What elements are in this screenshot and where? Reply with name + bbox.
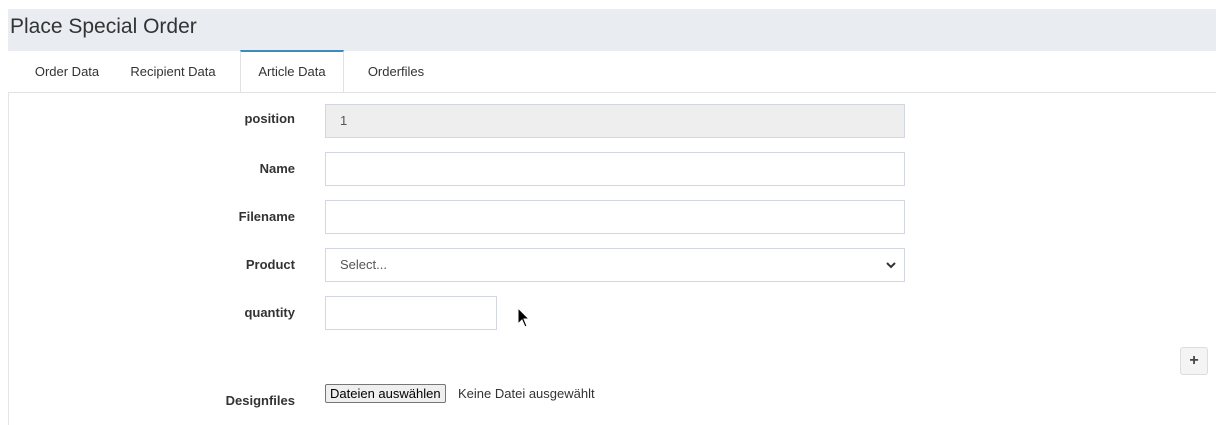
position-field: 1 <box>325 104 905 138</box>
page-header: Place Special Order <box>8 9 1216 51</box>
page-title: Place Special Order <box>10 15 197 38</box>
chevron-down-icon <box>886 262 896 269</box>
filename-input[interactable] <box>325 200 905 234</box>
tab-article-data[interactable]: Article Data <box>240 50 344 92</box>
tab-order-data[interactable]: Order Data <box>8 51 126 92</box>
tab-orderfiles[interactable]: Orderfiles <box>356 51 436 92</box>
quantity-input[interactable] <box>325 296 497 330</box>
designfiles-label: Designfiles <box>225 393 295 408</box>
quantity-label: quantity <box>244 305 295 320</box>
mouse-cursor-icon <box>517 307 531 328</box>
name-label: Name <box>259 161 295 176</box>
product-select[interactable]: Select... <box>325 248 905 282</box>
choose-files-button[interactable]: Dateien auswählen <box>325 384 446 403</box>
tab-recipient-data[interactable]: Recipient Data <box>114 51 232 92</box>
add-item-button[interactable]: + <box>1180 347 1208 375</box>
content-left-border <box>8 92 9 425</box>
tab-bar: Order Data Recipient Data Article Data O… <box>8 50 1216 93</box>
product-select-value: Select... <box>340 257 387 272</box>
file-status-text: Keine Datei ausgewählt <box>458 386 595 401</box>
page: Place Special Order Order Data Recipient… <box>0 0 1216 425</box>
product-label: Product <box>245 257 295 272</box>
position-label: position <box>244 111 295 126</box>
name-input[interactable] <box>325 152 905 186</box>
filename-label: Filename <box>238 209 295 224</box>
